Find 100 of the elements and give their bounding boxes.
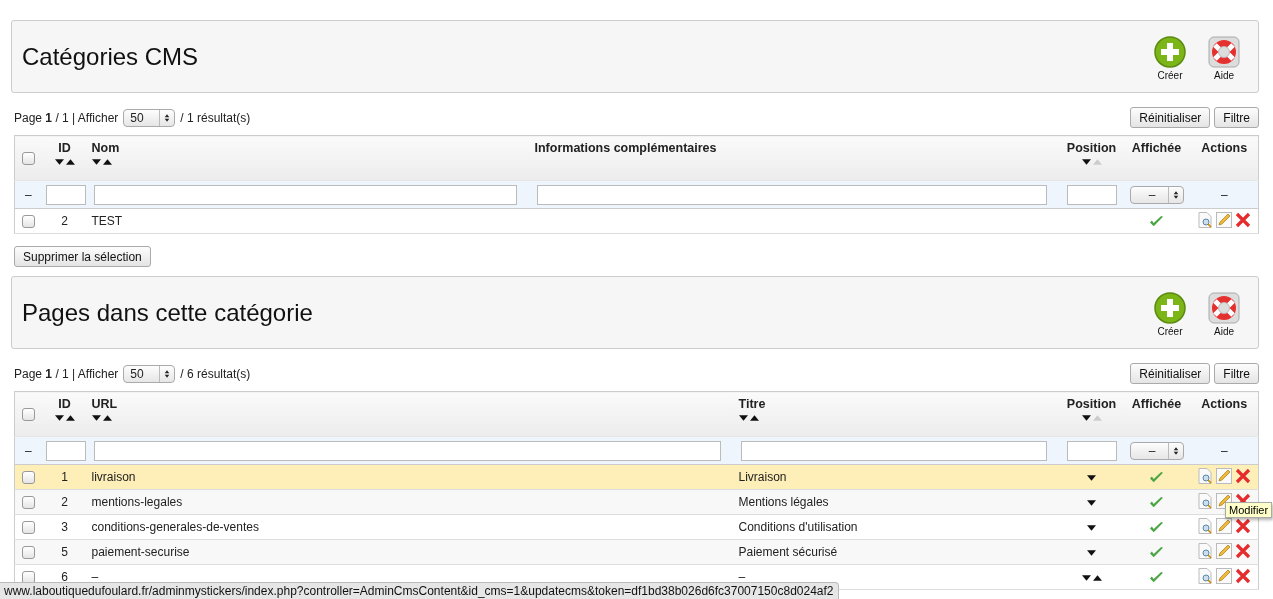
- sort-ascending-icon[interactable]: [102, 159, 112, 165]
- view-icon[interactable]: [1197, 492, 1214, 509]
- sort-descending-icon[interactable]: [54, 159, 64, 165]
- edit-icon[interactable]: [1216, 542, 1233, 559]
- results-count: / 1 résultat(s): [180, 110, 251, 125]
- stepper-arrows-icon: [164, 112, 171, 123]
- checkmark-icon[interactable]: [1149, 546, 1164, 560]
- sort-ascending-icon[interactable]: [65, 415, 75, 421]
- sort-ascending-icon[interactable]: [102, 415, 112, 421]
- delete-icon[interactable]: [1235, 567, 1252, 584]
- plus-icon: [1154, 36, 1186, 68]
- checkmark-icon[interactable]: [1149, 496, 1164, 510]
- column-header: Titre: [738, 397, 766, 411]
- sort-descending-icon[interactable]: [91, 415, 101, 421]
- id-filter-field[interactable]: [45, 440, 86, 461]
- delete-icon[interactable]: [1235, 542, 1252, 559]
- column-header: Position: [1066, 141, 1117, 155]
- displayed-filter-select[interactable]: –: [1129, 441, 1184, 460]
- help-button[interactable]: Aide: [1206, 36, 1242, 81]
- stepper-arrows-icon: [164, 368, 171, 379]
- reset-button[interactable]: Réinitialiser: [1130, 107, 1211, 128]
- per-page-select[interactable]: 50: [123, 108, 176, 127]
- column-header: ID: [58, 397, 71, 411]
- text-filter-field[interactable]: [740, 440, 1047, 461]
- filter-button[interactable]: Filtre: [1214, 363, 1259, 384]
- status-bar-url: www.laboutiquedufoulard.fr/adminmystickers/index.php?controller=AdminCmsContent&id_cms=1&updatecms&token=df1bd38b026d6fc37007150c8d024af2: [0, 582, 839, 599]
- create-button[interactable]: Créer: [1152, 292, 1188, 337]
- stepper-arrows-icon: [1172, 189, 1179, 200]
- checkmark-icon[interactable]: [1149, 571, 1164, 585]
- text-filter-field[interactable]: [93, 440, 721, 461]
- plus-icon: [1154, 292, 1186, 324]
- table-cell: 2: [61, 214, 68, 228]
- checkmark-icon[interactable]: [1149, 521, 1164, 535]
- select-all-checkbox[interactable]: [21, 408, 35, 422]
- delete-icon[interactable]: [1235, 517, 1252, 534]
- row-checkbox[interactable]: [21, 215, 35, 229]
- filter-button[interactable]: Filtre: [1214, 107, 1259, 128]
- column-header: Informations complémentaires: [534, 141, 717, 155]
- position-filter-field[interactable]: [1066, 184, 1117, 205]
- checkmark-icon[interactable]: [1149, 471, 1164, 485]
- displayed-filter-select[interactable]: –: [1129, 185, 1184, 204]
- view-icon[interactable]: [1197, 211, 1214, 228]
- delete-selection-button[interactable]: Supprimer la sélection: [14, 246, 151, 267]
- id-filter-field[interactable]: [45, 184, 86, 205]
- sort-ascending-icon[interactable]: [65, 159, 75, 165]
- move-down-icon[interactable]: [1087, 475, 1096, 481]
- table-cell: Conditions d'utilisation: [738, 520, 858, 534]
- pagination-text: Page 1 / 1 | Afficher: [14, 110, 119, 125]
- edit-icon[interactable]: [1216, 567, 1233, 584]
- lifebuoy-icon: [1208, 36, 1240, 68]
- table-cell: –: [738, 570, 746, 584]
- text-filter-field[interactable]: [93, 184, 517, 205]
- column-header: ID: [58, 141, 71, 155]
- table-cell: 5: [61, 545, 68, 559]
- checkmark-icon[interactable]: [1149, 215, 1164, 229]
- edit-icon[interactable]: [1216, 467, 1233, 484]
- sort-descending-icon[interactable]: [54, 415, 64, 421]
- row-checkbox[interactable]: [21, 496, 35, 510]
- edit-icon[interactable]: [1216, 517, 1233, 534]
- column-header: Affichée: [1131, 397, 1182, 411]
- column-header: URL: [91, 397, 118, 411]
- position-filter-field[interactable]: [1066, 440, 1117, 461]
- view-icon[interactable]: [1197, 467, 1214, 484]
- create-button[interactable]: Créer: [1152, 36, 1188, 81]
- lifebuoy-icon: [1208, 292, 1240, 324]
- move-down-icon[interactable]: [1087, 550, 1096, 556]
- sort-descending-icon[interactable]: [738, 415, 748, 421]
- text-filter-field[interactable]: [536, 184, 1047, 205]
- view-icon[interactable]: [1197, 567, 1214, 584]
- view-icon[interactable]: [1197, 517, 1214, 534]
- select-all-checkbox[interactable]: [21, 152, 35, 166]
- delete-icon[interactable]: [1235, 211, 1252, 228]
- table-row[interactable]: 2 TEST: [14, 208, 1259, 234]
- results-count: / 6 résultat(s): [180, 366, 251, 381]
- sort-descending-icon[interactable]: [1081, 415, 1091, 421]
- dash-text: –: [23, 442, 33, 460]
- dash-text: –: [1219, 186, 1229, 204]
- table-cell: 1: [61, 470, 68, 484]
- table-cell: 2: [61, 495, 68, 509]
- move-down-icon[interactable]: [1081, 575, 1091, 581]
- table-cell: Mentions légales: [738, 495, 829, 509]
- row-checkbox[interactable]: [21, 471, 35, 485]
- sort-descending-icon[interactable]: [1081, 159, 1091, 165]
- column-header: Nom: [91, 141, 120, 155]
- move-up-icon[interactable]: [1092, 575, 1102, 581]
- sort-ascending-icon[interactable]: [749, 415, 759, 421]
- reset-button[interactable]: Réinitialiser: [1130, 363, 1211, 384]
- move-down-icon[interactable]: [1087, 525, 1096, 531]
- column-header: Actions: [1201, 141, 1248, 155]
- row-checkbox[interactable]: [21, 521, 35, 535]
- move-down-icon[interactable]: [1087, 500, 1096, 506]
- column-header: Actions: [1201, 397, 1248, 411]
- sort-descending-icon[interactable]: [91, 159, 101, 165]
- table-cell: 6: [61, 570, 68, 584]
- per-page-select[interactable]: 50: [123, 364, 176, 383]
- view-icon[interactable]: [1197, 542, 1214, 559]
- row-checkbox[interactable]: [21, 546, 35, 560]
- help-button[interactable]: Aide: [1206, 292, 1242, 337]
- edit-icon[interactable]: [1216, 211, 1233, 228]
- page-title: Catégories CMS: [22, 42, 199, 71]
